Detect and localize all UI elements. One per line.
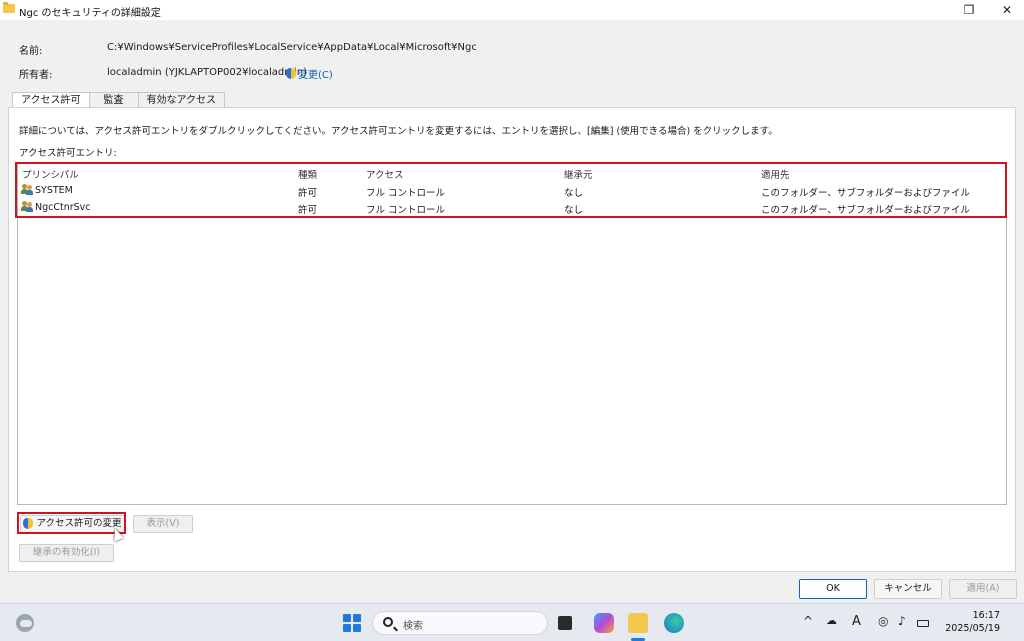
maximize-button[interactable]: ❐ [952,0,986,20]
permission-entries-label: アクセス許可エントリ: [19,148,117,159]
clock-date: 2025/05/19 [945,623,1000,634]
tab-auditing[interactable]: 監査 [88,92,139,108]
uac-shield-icon [286,68,296,79]
instructions-text: 詳細については、アクセス許可エントリをダブルクリックしてください。アクセス許可エ… [19,126,778,137]
weather-icon[interactable] [16,614,34,632]
change-owner-link[interactable]: 変更(C) [286,66,333,81]
name-label: 名前: [19,46,43,57]
security-dialog: Ngc のセキュリティの詳細設定 ❐ ✕ 名前: C:¥Windows¥Serv… [0,0,1024,603]
start-button-icon[interactable] [343,614,361,632]
cancel-button[interactable]: キャンセル [874,579,942,599]
change-owner-label: 変更(C) [298,70,333,81]
search-placeholder: 検索 [403,621,423,632]
taskbar-clock[interactable]: 16:17 2025/05/19 [940,609,1000,635]
enable-inheritance-button[interactable]: 継承の有効化(I) [19,544,114,562]
battery-icon[interactable] [917,620,929,627]
onedrive-cloud-icon[interactable]: ☁ [826,614,837,627]
edge-browser-icon[interactable] [664,613,684,633]
ime-mode-label[interactable]: A [852,614,861,629]
network-globe-icon[interactable]: ◎ [878,614,888,628]
file-explorer-icon[interactable] [628,613,648,633]
window-title: Ngc のセキュリティの詳細設定 [19,8,161,19]
taskbar-search-box[interactable]: 検索 [372,611,548,635]
folder-icon [3,2,15,13]
search-icon [383,617,393,627]
ok-button[interactable]: OK [799,579,867,599]
volume-icon[interactable]: ♪ [898,614,906,628]
highlight-box-entries [15,162,1007,218]
owner-label: 所有者: [19,70,53,81]
copilot-icon[interactable] [594,613,614,633]
tab-effective-access[interactable]: 有効なアクセス [137,92,225,108]
clock-time: 16:17 [972,610,1000,621]
close-button[interactable]: ✕ [990,0,1024,20]
tab-strip: アクセス許可 監査 有効なアクセス [12,92,225,109]
view-button[interactable]: 表示(V) [133,515,193,533]
apply-button[interactable]: 適用(A) [949,579,1017,599]
taskbar: 検索 ^ ☁ A ◎ ♪ 16:17 2025/05/19 [0,603,1024,641]
owner-value: localadmin (YJKLAPTOP002¥localadmin) [107,67,307,78]
name-value[interactable]: C:¥Windows¥ServiceProfiles¥LocalService¥… [107,42,477,53]
task-view-icon[interactable] [558,616,572,630]
title-bar: Ngc のセキュリティの詳細設定 ❐ ✕ [0,0,1024,20]
tray-overflow-chevron-icon[interactable]: ^ [803,614,813,628]
